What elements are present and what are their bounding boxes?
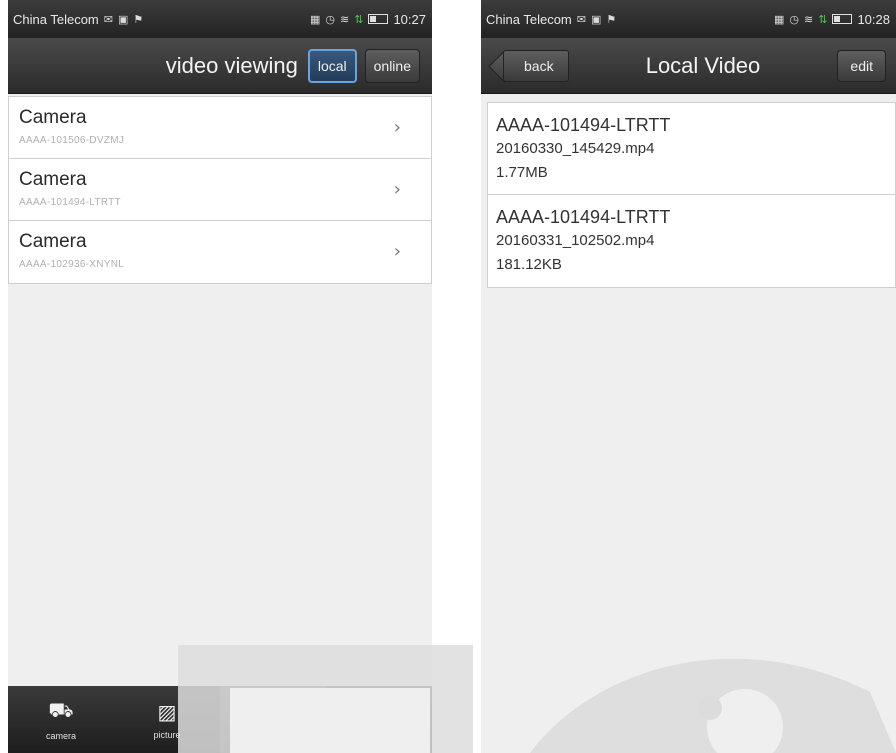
left-screen: China Telecom ✉ ▣ ⚑ ▦ ◷ ≋ ⇅ 10:27 video … (8, 0, 432, 753)
alarm-icon: ◷ (325, 13, 336, 26)
video-file-item[interactable]: AAAA-101494-LTRTT 20160330_145429.mp4 1.… (488, 103, 895, 195)
status-bar: China Telecom ✉ ▣ ⚑ ▦ ◷ ≋ ⇅ 10:28 (481, 0, 896, 38)
camera-list-item[interactable]: Camera AAAA-101506-DVZMJ › (9, 97, 431, 159)
file-camera-id: AAAA-101494-LTRTT (496, 115, 671, 135)
camera-list-item[interactable]: Camera AAAA-102936-XNYNL › (9, 221, 431, 283)
file-size: 1.77MB (496, 164, 548, 181)
chevron-right-icon: › (393, 241, 401, 262)
file-size: 181.12KB (496, 256, 562, 273)
camera-id: AAAA-101494-LTRTT (19, 197, 121, 208)
status-bar: China Telecom ✉ ▣ ⚑ ▦ ◷ ≋ ⇅ 10:27 (8, 0, 432, 38)
carrier-label: China Telecom (486, 11, 572, 27)
clock: 10:28 (857, 11, 890, 27)
sim-icon: ▦ (774, 13, 785, 26)
carrier-label: China Telecom (13, 11, 99, 27)
battery-icon (368, 14, 389, 24)
camera-list: Camera AAAA-101506-DVZMJ › Camera AAAA-1… (8, 96, 432, 284)
nav-label: about (367, 732, 391, 742)
picture-icon: ▨ (157, 699, 177, 724)
camera-name: Camera (19, 231, 87, 252)
right-screen: China Telecom ✉ ▣ ⚑ ▦ ◷ ≋ ⇅ 10:28 back L… (481, 0, 896, 753)
chat-icon: ✉ (103, 13, 113, 26)
file-camera-id: AAAA-101494-LTRTT (496, 207, 671, 227)
header: video viewing local online (8, 38, 432, 94)
wifi-icon: ≋ (804, 13, 814, 26)
signal-icon: ⇅ (354, 13, 364, 26)
header: back Local Video edit (481, 38, 896, 94)
nav-about[interactable]: ⓘ about (326, 686, 432, 753)
camera-name: Camera (19, 169, 87, 190)
camera-id: AAAA-101506-DVZMJ (19, 135, 125, 146)
clock: 10:27 (393, 11, 426, 27)
nav-camera[interactable]: ⛟ camera (8, 686, 114, 753)
back-button[interactable]: back (503, 49, 569, 82)
online-button[interactable]: online (364, 48, 420, 83)
signal-icon: ⇅ (818, 13, 828, 26)
file-name: 20160331_102502.mp4 (496, 232, 655, 249)
gallery-icon: ▣ (590, 13, 602, 26)
battery-icon (832, 14, 853, 24)
camera-id: AAAA-102936-XNYNL (19, 259, 125, 270)
camera-list-item[interactable]: Camera AAAA-101494-LTRTT › (9, 159, 431, 221)
page-title: Local Video (645, 52, 761, 78)
bottom-nav: ⛟ camera ▨ picture ▭ video ⓘ about (8, 686, 432, 753)
nav-label: picture (153, 729, 181, 740)
gallery-icon: ▣ (117, 13, 129, 26)
camera-icon: ⛟ (48, 698, 74, 722)
file-name: 20160330_145429.mp4 (496, 140, 655, 157)
sim-icon: ▦ (310, 13, 321, 26)
nav-video[interactable]: ▭ video (220, 686, 326, 753)
video-file-item[interactable]: AAAA-101494-LTRTT 20160331_102502.mp4 18… (488, 195, 895, 287)
page-title: video viewing (165, 52, 298, 78)
chat-icon: ✉ (576, 13, 586, 26)
nav-label: camera (45, 731, 76, 741)
camera-name: Camera (19, 107, 87, 128)
info-icon: ⓘ (369, 701, 389, 725)
notification-icon: ⚑ (606, 13, 617, 26)
video-file-list: AAAA-101494-LTRTT 20160330_145429.mp4 1.… (487, 102, 896, 288)
nav-label: video (262, 729, 284, 740)
wifi-icon: ≋ (340, 13, 350, 26)
edit-button[interactable]: edit (837, 49, 886, 82)
chevron-right-icon: › (393, 117, 401, 138)
chevron-right-icon: › (393, 179, 401, 200)
local-button[interactable]: local (307, 48, 357, 83)
alarm-icon: ◷ (789, 13, 800, 26)
video-icon: ▭ (263, 699, 283, 724)
nav-picture[interactable]: ▨ picture (114, 686, 220, 753)
notification-icon: ⚑ (133, 13, 144, 26)
